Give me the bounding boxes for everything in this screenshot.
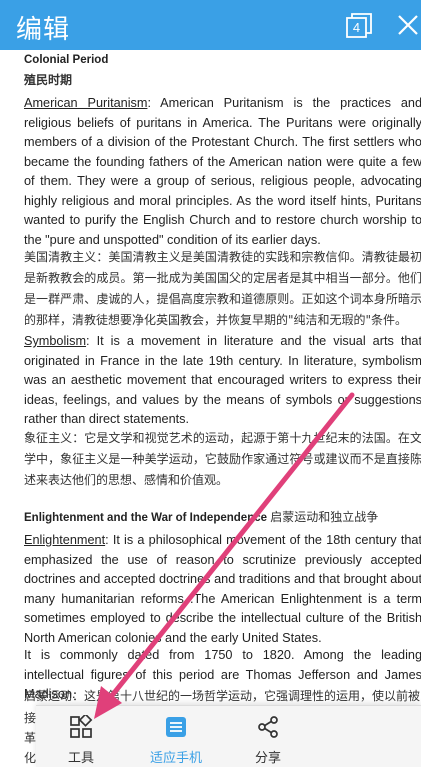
section-title-en: Enlightenment and the War of Independenc… [24,512,268,524]
paragraph-symbolism: Symbolism: It is a movement in literatur… [24,332,421,430]
term-link[interactable]: American Puritanism [24,96,147,110]
paragraph-text: : It is a philosophical movement of the … [24,533,421,645]
page-title: 编辑 [16,15,71,45]
section-title-cn: 殖民时期 [24,73,73,87]
paragraph-symbolism-cn: 象征主义：它是文学和视觉艺术的运动，起源于第十九世纪末的法国。在文学中，象征主义… [24,431,421,487]
fit-phone-label: 适应手机 [149,751,202,766]
top-bar: 编辑 4 [0,0,421,50]
tabs-icon[interactable]: 4 [346,13,372,39]
share-icon [258,716,278,738]
section-title: Colonial Period [24,54,109,66]
fit-phone-button[interactable]: 适应手机 [136,706,216,767]
bottom-toolbar: 工具 适应手机 分享 [36,705,421,767]
paragraph-enlightenment-cn: 启蒙运动：这是第十八世纪的一场哲学运动，它强调理性的运用，使以前被 [24,689,421,703]
paragraph-enlightenment: Enlightenment: It is a philosophical mov… [24,531,421,648]
paragraph-puritanism-cn: 美国清教主义：美国清教主义是美国清教徒的实践和宗教信仰。清教徒最初是新教教会的成… [24,250,421,327]
section-title-cn: 启蒙运动和独立战争 [270,510,379,524]
tab-count: 4 [353,20,360,35]
grid-icon [70,715,93,738]
paragraph-text: : American Puritanism is the practices a… [24,96,421,247]
section-title: Enlightenment and the War of Independenc… [24,507,421,529]
document-body: Colonial Period 殖民时期 American Puritanism… [0,50,421,766]
share-button[interactable]: 分享 [228,706,308,767]
share-label: 分享 [254,751,281,766]
document-icon [166,717,186,737]
close-icon[interactable] [396,13,420,37]
tools-button[interactable]: 工具 [41,706,121,767]
term-link[interactable]: Enlightenment [24,533,105,547]
term-link[interactable]: Symbolism [24,334,86,348]
paragraph-puritanism: American Puritanism: American Puritanism… [24,94,421,250]
tools-label: 工具 [67,751,94,766]
